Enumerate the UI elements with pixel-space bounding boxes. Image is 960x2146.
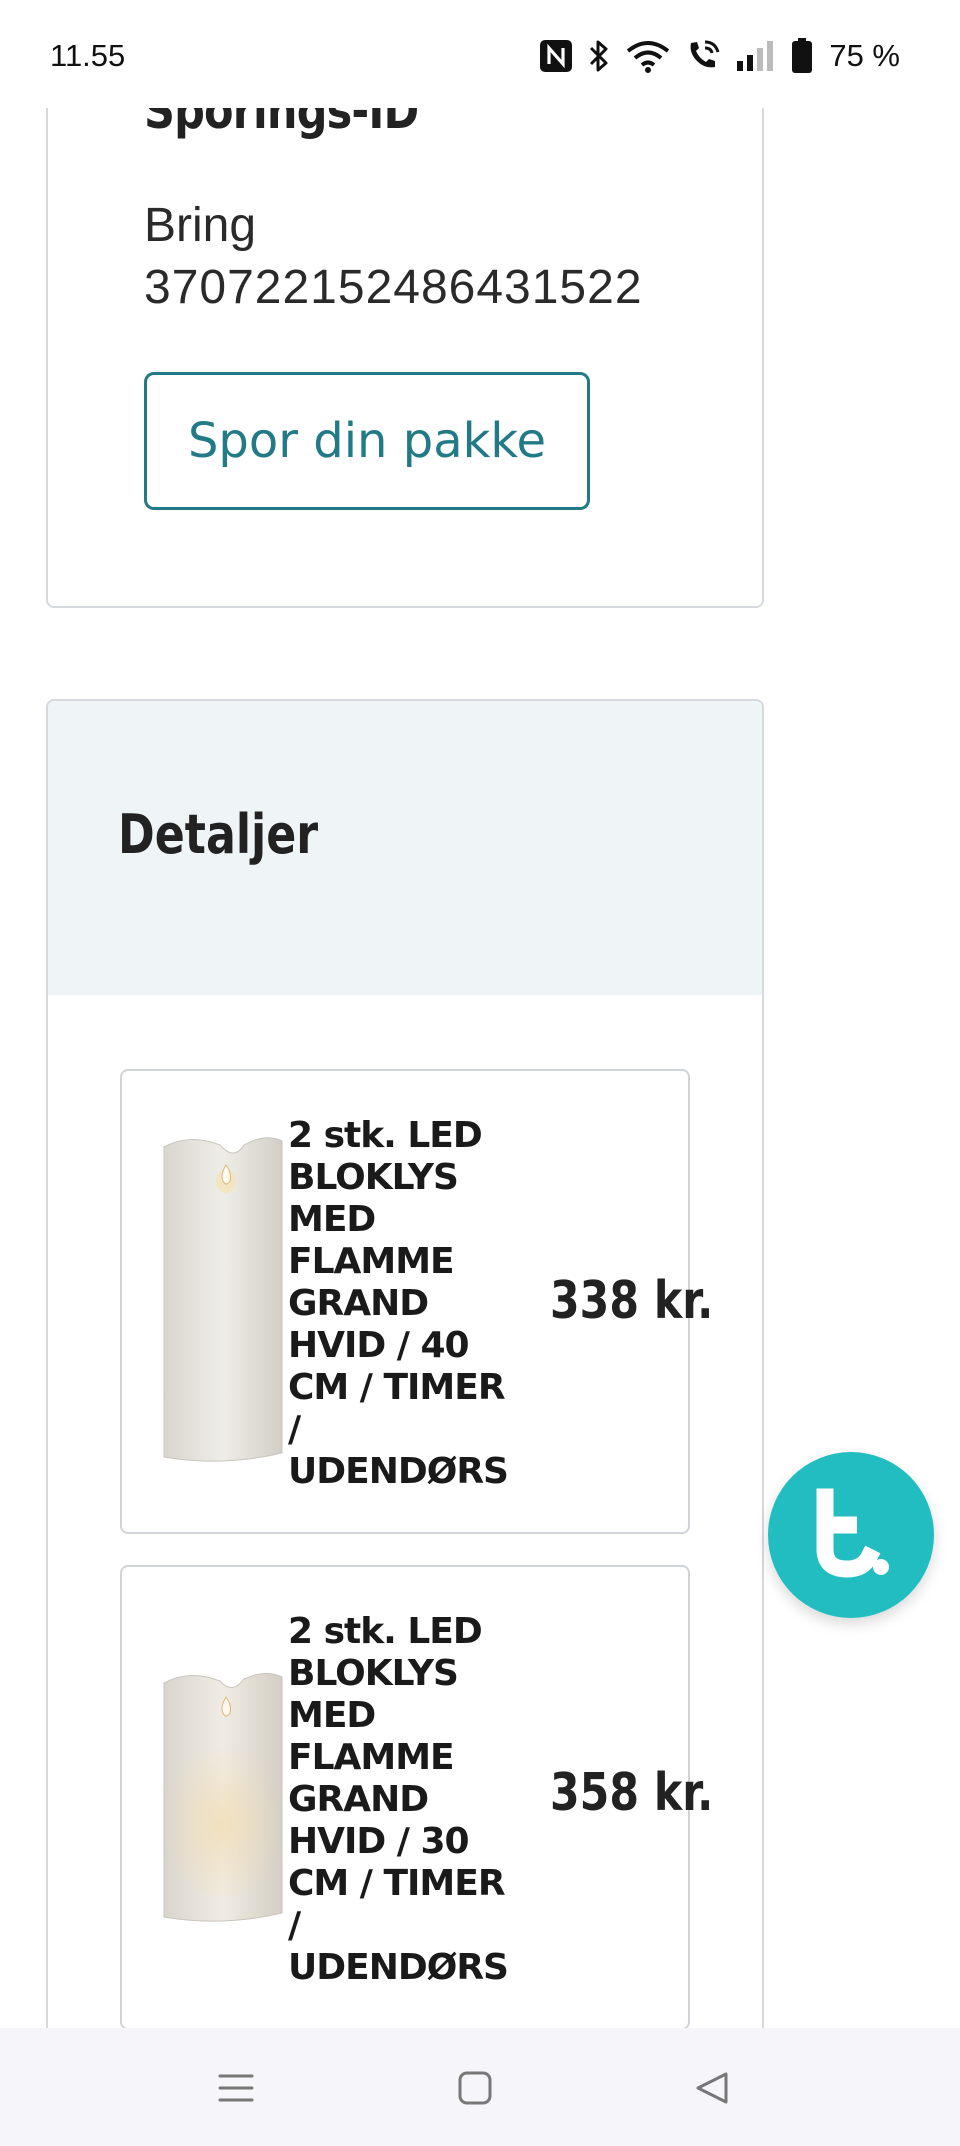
navigation-bar [0, 2028, 960, 2146]
item-price: 338 kr. [550, 1271, 714, 1331]
nfc-icon [539, 39, 573, 73]
item-price: 358 kr. [550, 1763, 714, 1823]
order-item[interactable]: 2 stk. LED BLOKLYS MED FLAMME GRAND HVID… [120, 1069, 713, 1534]
candle-image [163, 1137, 283, 1462]
wifi-call-icon [685, 39, 721, 73]
item-name: 2 stk. LED BLOKLYS MED FLAMME GRAND HVID… [288, 1611, 509, 1988]
back-icon[interactable] [682, 2062, 742, 2114]
carrier-name: Bring [144, 199, 257, 252]
status-bar: 11.55 75 % [0, 0, 960, 108]
signal-icon [735, 39, 777, 73]
wifi-icon [625, 39, 671, 73]
details-header: Detaljer [48, 701, 762, 995]
status-time: 11.55 [50, 38, 126, 73]
home-icon[interactable] [445, 2062, 505, 2114]
chat-logo-icon [816, 1488, 889, 1578]
battery-percent: 75 % [829, 38, 900, 73]
tracking-card: Sporings-ID Bring 370722152486431522 Spo… [46, 60, 764, 608]
tracking-number: 370722152486431522 [144, 261, 643, 314]
battery-icon [791, 38, 813, 74]
candle-image [162, 1673, 283, 1922]
chat-button[interactable] [768, 1452, 934, 1618]
details-title: Detaljer [118, 803, 319, 866]
details-card: Detaljer 2 stk. LED BLOKLYS MED FLAMME G… [46, 699, 764, 2146]
track-package-button[interactable]: Spor din pakke [144, 372, 590, 510]
item-name: 2 stk. LED BLOKLYS MED FLAMME GRAND HVID… [288, 1115, 509, 1492]
status-icons: 75 % [539, 36, 900, 76]
order-item[interactable]: 2 stk. LED BLOKLYS MED FLAMME GRAND HVID… [120, 1565, 713, 2030]
bluetooth-icon [587, 38, 611, 74]
menu-icon[interactable] [206, 2062, 266, 2114]
